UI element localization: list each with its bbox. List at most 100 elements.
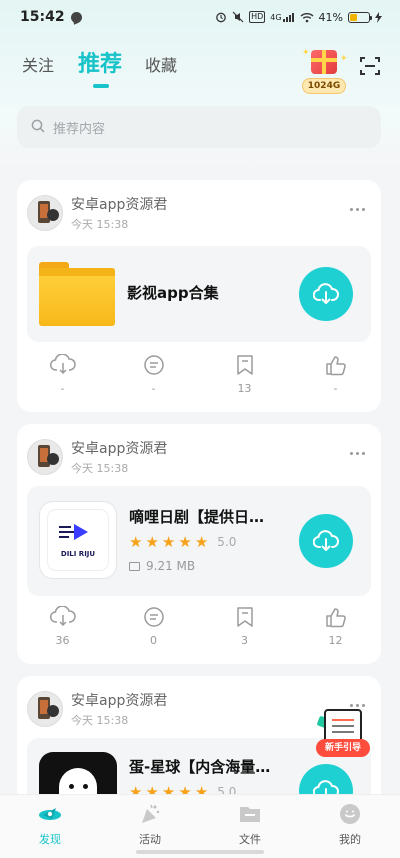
nav-label: 活动 [139,833,161,846]
battery-percent: 41% [318,10,343,24]
like-stat[interactable]: 12 [290,606,381,647]
download-count: - [60,382,65,395]
file-size: 9.21 MB [129,559,195,573]
download-button[interactable] [299,514,353,568]
resource-title: 蛋-星球【内含海量… [129,758,271,776]
nav-label: 文件 [239,833,261,846]
download-stat[interactable]: 36 [17,606,108,647]
author-name: 安卓app资源君 [71,693,168,709]
comment-count: 0 [150,634,157,647]
folder-icon [39,262,115,326]
more-options-icon[interactable] [350,208,365,211]
gift-box-icon [311,50,337,74]
like-count: 12 [328,634,343,647]
charging-icon [375,11,382,23]
thumbs-up-icon [325,608,346,628]
nav-events[interactable]: 活动 [100,795,200,858]
network-label: 4G [270,12,282,22]
star-icon: ★ [145,533,159,551]
cellular-signal-icon: 4G [270,12,294,22]
resource-item[interactable]: DILI RIJU 嘀哩日剧【提供日… ★ ★ ★ ★ ★ 5.0 9.21 M… [27,486,371,596]
post-stats: 36 0 3 12 [17,606,381,647]
hd-icon: HD [249,11,266,23]
author-name: 安卓app资源君 [71,197,168,213]
resource-title: 影视app合集 [127,284,219,302]
post-time: 今天 15:38 [71,218,129,231]
nav-label: 我的 [339,833,361,846]
cloud-download-icon [313,530,339,551]
post-time: 今天 15:38 [71,714,129,727]
top-tab-bar: 关注 推荐 收藏 ✦ ✦ 1024G [0,38,400,96]
bookmark-count: 3 [241,634,248,647]
bookmark-stat[interactable]: 3 [199,606,290,647]
resource-item[interactable]: 影视app合集 [27,246,371,342]
star-icon: ★ [194,533,209,551]
more-options-icon[interactable] [350,452,365,455]
discover-icon [39,808,61,820]
folder-icon [240,807,260,822]
author-name: 安卓app资源君 [71,441,168,457]
bottom-nav: 发现 活动 文件 我的 [0,794,400,858]
post-time: 今天 15:38 [71,462,129,475]
tab-favorites[interactable]: 收藏 [145,52,177,76]
download-button[interactable] [299,267,353,321]
tab-follow[interactable]: 关注 [22,52,54,76]
avatar[interactable] [27,691,63,727]
nav-label: 发现 [39,833,61,846]
sparkle-icon: ✦ [340,54,348,64]
home-indicator [136,850,264,854]
nav-profile[interactable]: 我的 [300,795,400,858]
beginner-guide-badge[interactable]: 新手引导 [316,707,370,763]
rating-stars: ★ ★ ★ ★ ★ 5.0 [129,534,236,550]
bookmark-count: 13 [237,382,252,395]
star-icon: ★ [178,533,192,551]
app-icon: DILI RIJU [39,501,117,579]
rating-value: 5.0 [217,535,237,549]
alarm-icon [215,11,227,23]
post-author[interactable]: 安卓app资源君 今天 15:38 [27,438,167,476]
profile-icon [340,804,360,824]
folder-small-icon [129,561,140,571]
avatar[interactable] [27,439,63,475]
nav-files[interactable]: 文件 [200,795,300,858]
feed-card[interactable]: 安卓app资源君 今天 15:38 DILI RIJU 嘀哩日剧【提供日… ★ … [17,424,381,664]
comment-stat[interactable]: 0 [108,606,199,647]
tab-recommend[interactable]: 推荐 [78,46,122,78]
like-count: - [333,382,338,395]
post-author[interactable]: 安卓app资源君 今天 15:38 [27,194,167,232]
download-count-icon [49,354,76,375]
download-stat[interactable]: - [17,354,108,395]
comment-icon [143,355,164,375]
download-count-icon [49,606,76,627]
bookmark-stat[interactable]: 13 [199,354,290,395]
like-stat[interactable]: - [290,354,381,395]
avatar[interactable] [27,195,63,231]
app-icon-text: DILI RIJU [60,550,96,558]
post-author[interactable]: 安卓app资源君 今天 15:38 [27,690,167,728]
wifi-icon [300,12,314,23]
status-icons: HD 4G 41% [215,11,382,24]
download-count: 36 [55,634,70,647]
beginner-guide-label: 新手引导 [316,739,370,757]
search-placeholder: 推荐内容 [53,121,106,137]
party-popper-icon [142,804,160,823]
message-notification-icon [70,11,82,23]
comment-stat[interactable]: - [108,354,199,395]
comment-icon [143,607,164,627]
comment-count: - [151,382,156,395]
sparkle-icon: ✦ [302,48,310,58]
feed-card[interactable]: 安卓app资源君 今天 15:38 影视app合集 - - 13 - [17,180,381,412]
thumbs-up-icon [325,356,346,376]
cloud-download-icon [313,283,339,304]
post-stats: - - 13 - [17,354,381,395]
star-icon: ★ [161,533,176,551]
search-icon [31,118,45,137]
scan-icon[interactable] [360,56,380,76]
search-bar[interactable]: 推荐内容 [17,106,381,148]
bookmark-icon [236,607,253,627]
status-bar: 15:42 HD 4G 41% [0,0,400,34]
nav-discover[interactable]: 发现 [0,795,100,858]
gift-badge[interactable]: ✦ ✦ 1024G [302,48,348,96]
mute-icon [232,11,244,23]
status-time: 15:42 [20,9,65,25]
